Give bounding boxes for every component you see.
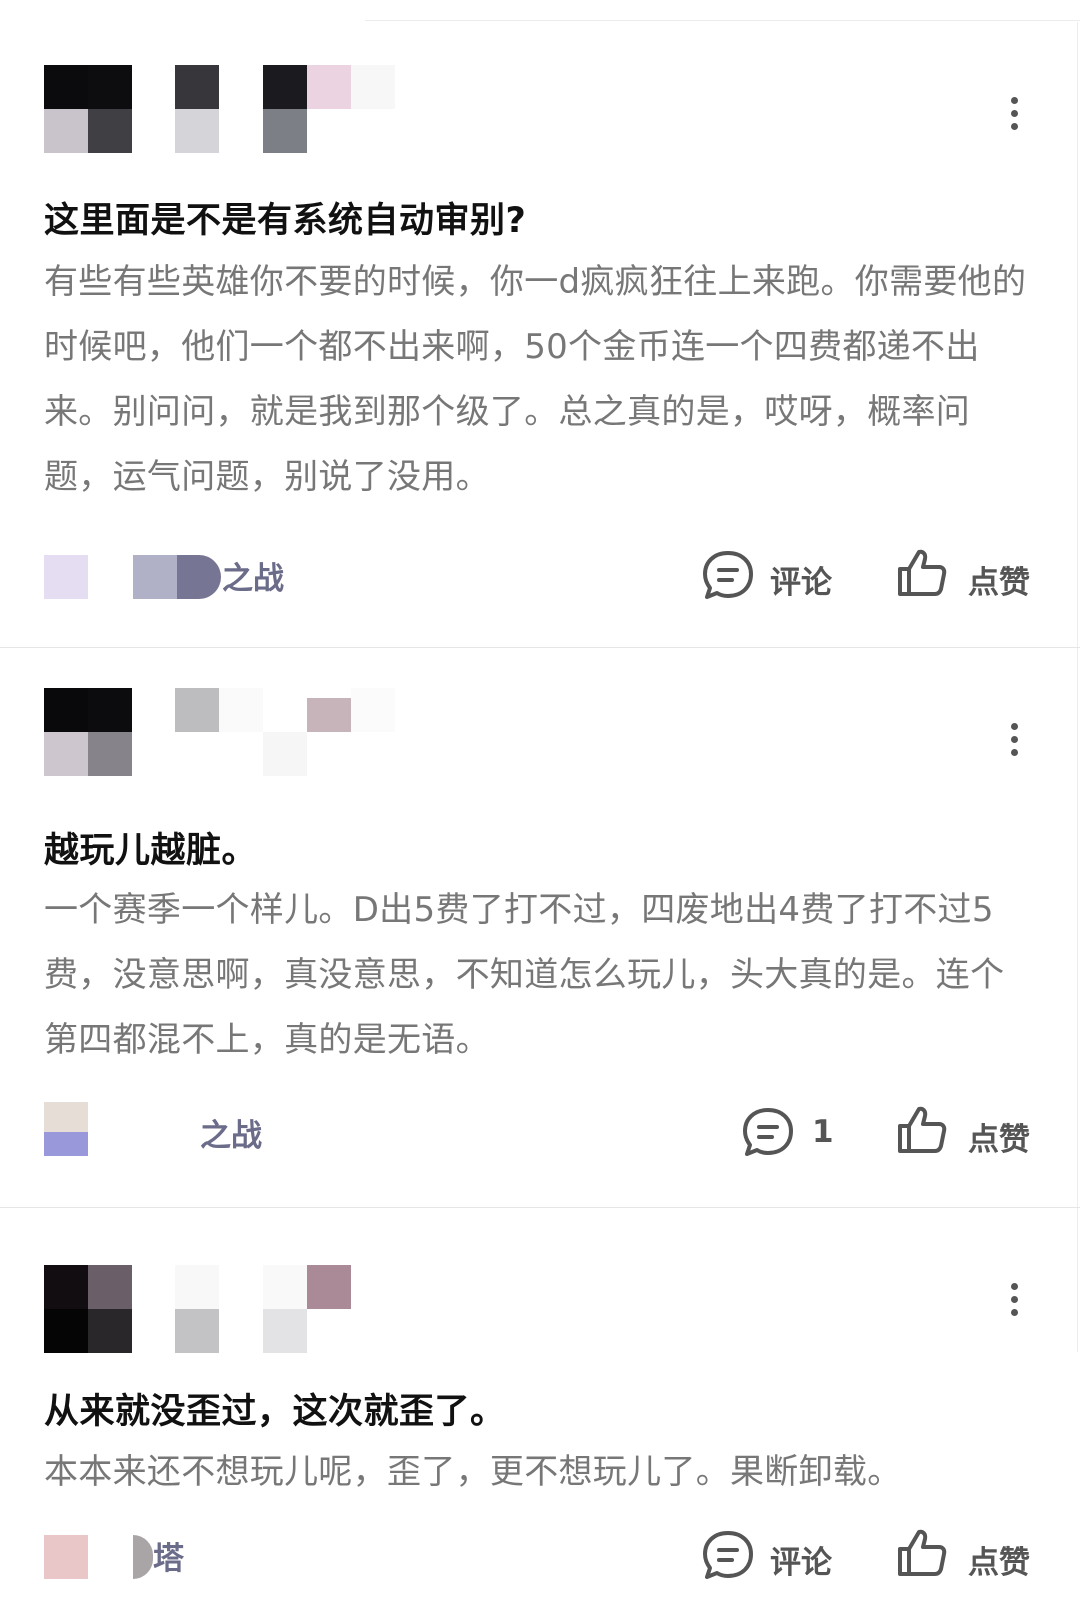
more-vertical-icon — [1011, 723, 1018, 730]
more-options-button[interactable] — [1000, 1280, 1028, 1320]
post-body: 本本来还不想玩儿呢，歪了，更不想玩儿了。果断卸载。 — [44, 1452, 902, 1492]
like-button[interactable]: 点赞 — [896, 545, 1046, 605]
comment-button[interactable]: 评论 — [700, 1525, 850, 1585]
comment-bubble-icon — [703, 1531, 753, 1579]
post-title: 越玩儿越脏。 — [44, 831, 258, 871]
topic-tag-image — [133, 555, 177, 599]
comment-count: 1 — [812, 1114, 834, 1150]
comment-button[interactable]: 1 — [740, 1102, 850, 1162]
comment-button[interactable]: 评论 — [700, 545, 850, 605]
more-vertical-icon — [1011, 97, 1018, 104]
like-button[interactable]: 点赞 — [896, 1525, 1046, 1585]
like-label: 点赞 — [968, 1545, 1030, 1581]
topic-tag-icon — [44, 555, 88, 599]
username[interactable] — [175, 65, 395, 161]
username[interactable] — [175, 1265, 395, 1361]
post-body: 一个赛季一个样儿。D出5费了打不过，四废地出4费了打不过5费，没意思啊，真没意思… — [44, 890, 1005, 1060]
thumbs-up-icon — [898, 549, 947, 596]
post-divider — [0, 647, 1080, 648]
comment-bubble-icon — [743, 1108, 793, 1156]
post-body: 有些有些英雄你不要的时候，你一d疯疯狂往上来跑。你需要他的时候吧，他们一个都不出… — [44, 262, 1027, 497]
post-title: 从来就没歪过，这次就歪了。 — [44, 1392, 506, 1432]
more-options-button[interactable] — [1000, 94, 1028, 134]
like-label: 点赞 — [968, 1122, 1030, 1158]
comment-label: 评论 — [770, 1545, 832, 1581]
comment-label: 评论 — [770, 565, 832, 601]
username[interactable] — [175, 688, 395, 784]
post-footer: 塔 评论 点赞 — [0, 1525, 1080, 1585]
topic-tag-icon — [44, 1535, 88, 1579]
topic-tag-icon — [44, 1102, 88, 1132]
thumbs-up-icon — [898, 1529, 947, 1576]
more-options-button[interactable] — [1000, 720, 1028, 760]
topic-tag-label[interactable]: 塔 — [153, 1533, 184, 1578]
topic-tag-image — [133, 1535, 153, 1579]
post-footer: 之战 1 点赞 — [0, 1102, 1080, 1162]
topic-tag-label[interactable]: 之战 — [200, 1110, 262, 1155]
top-divider — [365, 20, 1080, 21]
like-button[interactable]: 点赞 — [896, 1102, 1046, 1162]
topic-tag-label[interactable]: 之战 — [222, 553, 284, 598]
post-footer: 之战 评论 点赞 — [0, 545, 1080, 605]
comment-bubble-icon — [703, 551, 753, 599]
more-vertical-icon — [1011, 1283, 1018, 1290]
post-title: 这里面是不是有系统自动审别? — [44, 201, 527, 241]
thumbs-up-icon — [898, 1106, 947, 1153]
post-divider — [0, 1207, 1080, 1208]
like-label: 点赞 — [968, 565, 1030, 601]
